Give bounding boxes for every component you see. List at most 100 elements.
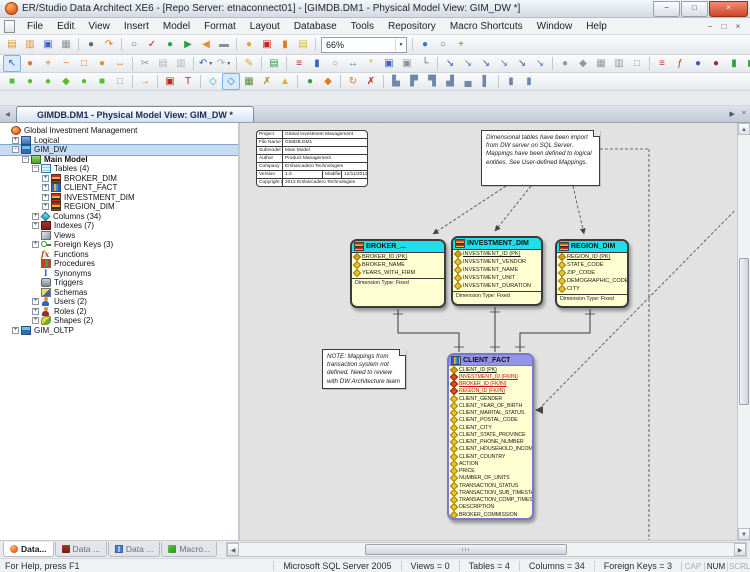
tree-item-users-2[interactable]: +Users (2) (0, 297, 238, 307)
refresh-diagram-icon[interactable]: ↻ (344, 73, 362, 90)
note-mappings-review[interactable]: NOTE: Mappings from transaction system n… (322, 349, 406, 389)
rotate-right-icon[interactable]: ◇ (222, 73, 240, 90)
options-icon[interactable]: * (362, 55, 380, 72)
usage-chart-icon[interactable]: ▮ (276, 36, 294, 53)
align-left-icon[interactable]: ▙ (387, 73, 405, 90)
collapse-icon[interactable]: − (22, 156, 29, 163)
overview-window-icon[interactable]: ● (416, 36, 434, 53)
attach-link-icon[interactable]: ◆ (319, 73, 337, 90)
tree-item-investment-dim[interactable]: +INVESTMENT_DIM (0, 193, 238, 203)
import-model-icon[interactable]: ◀ (197, 36, 215, 53)
distribute-horizontal-icon[interactable]: ▮ (502, 73, 520, 90)
tree-item-broker-dim[interactable]: +BROKER_DIM (0, 174, 238, 184)
cascade-windows-icon[interactable]: ▣ (398, 55, 416, 72)
menu-item-layout[interactable]: Layout (243, 20, 287, 33)
expand-icon[interactable]: + (32, 213, 39, 220)
menu-item-database[interactable]: Database (287, 20, 344, 33)
zoom-level-combo[interactable]: 66%▼ (321, 37, 407, 53)
zoom-selector-icon[interactable]: ○ (434, 36, 452, 53)
bottom-tab-data[interactable]: Data ... (108, 542, 160, 557)
tree-item-procedures[interactable]: Procedures (0, 259, 238, 269)
save-icon[interactable]: ▣ (39, 36, 57, 53)
expand-icon[interactable]: + (12, 137, 19, 144)
chart-object-icon[interactable]: ▮ (725, 55, 743, 72)
zoom-area-icon[interactable]: □ (75, 55, 93, 72)
cut-icon[interactable]: ✂ (136, 55, 154, 72)
align-center-icon[interactable]: ▄ (459, 73, 477, 90)
shape-arrow-icon[interactable]: → (136, 73, 154, 90)
scroll-left-icon[interactable]: ◀ (227, 543, 239, 556)
generate-database-icon[interactable]: ▶ (179, 36, 197, 53)
many-to-many-relationship-icon[interactable]: ↘ (495, 55, 513, 72)
copy-icon[interactable]: ▤ (154, 55, 172, 72)
compare-merge-icon[interactable]: ↔ (344, 55, 362, 72)
open-file-icon[interactable]: ▥ (21, 36, 39, 53)
system-monitor-icon[interactable]: ▣ (258, 36, 276, 53)
bottom-tab-macro[interactable]: Macro... (161, 542, 217, 557)
tab-scroll-left-icon[interactable]: ◀ (2, 111, 13, 118)
tree-item-shapes-2[interactable]: +Shapes (2) (0, 316, 238, 326)
expand-icon[interactable]: + (42, 184, 49, 191)
shape-rounded-rectangle-icon[interactable]: ■ (93, 73, 111, 90)
validation-warning-icon[interactable]: ▲ (276, 73, 294, 90)
insert-text-block-icon[interactable]: T (179, 73, 197, 90)
search-model-icon[interactable]: ○ (125, 36, 143, 53)
vertical-scrollbar[interactable]: ▲ ▼ (737, 123, 750, 540)
expand-icon[interactable]: + (32, 308, 39, 315)
shape-ellipse-icon[interactable]: ● (21, 73, 39, 90)
menu-item-window[interactable]: Window (530, 20, 580, 33)
function-tool-icon[interactable]: ƒ (671, 55, 689, 72)
note-dimensional-tables[interactable]: Dimensional tables have been import from… (481, 130, 600, 186)
entity-broker[interactable]: BROKER_...BROKER_ID (PK)BROKER_NAMEYEARS… (350, 239, 446, 308)
validate-model-icon[interactable]: ✓ (143, 36, 161, 53)
fit-to-window-icon[interactable]: + (452, 36, 470, 53)
menu-item-help[interactable]: Help (579, 20, 614, 33)
tree-item-main-model[interactable]: −Main Model (0, 155, 238, 165)
document-close-icon[interactable]: × (742, 110, 746, 118)
tree-item-schemas[interactable]: Schemas (0, 288, 238, 298)
tree-item-gim-oltp[interactable]: +GIM_OLTP (0, 326, 238, 336)
print-icon[interactable]: ▦ (57, 36, 75, 53)
align-middle-icon[interactable]: ▌ (477, 73, 495, 90)
shape-hexagon-icon[interactable]: ● (75, 73, 93, 90)
repo-refresh-icon[interactable]: ↷ (100, 36, 118, 53)
diagram-canvas[interactable]: ProjectGlobal Investment ManagementFile … (240, 123, 737, 540)
expand-icon[interactable]: + (32, 222, 39, 229)
procedure-tool-icon[interactable]: ≡ (653, 55, 671, 72)
tree-item-views[interactable]: Views (0, 231, 238, 241)
shape-rectangle-icon[interactable]: ■ (3, 73, 21, 90)
undo-icon[interactable]: ↶▼ (197, 55, 215, 72)
orthogonal-line-icon[interactable]: └ (416, 55, 434, 72)
zoom-in-icon[interactable]: + (39, 55, 57, 72)
expand-icon[interactable]: + (42, 175, 49, 182)
web-publish-icon[interactable]: ● (161, 36, 179, 53)
bottom-tab-data[interactable]: Data... (3, 542, 54, 557)
align-bottom-icon[interactable]: ▟ (441, 73, 459, 90)
menu-item-edit[interactable]: Edit (50, 20, 81, 33)
tree-item-gim-dw[interactable]: −GIM_DW (0, 145, 238, 155)
mdi-minimize-button[interactable]: − (703, 22, 717, 31)
subtype-relationship-icon[interactable]: ↘ (531, 55, 549, 72)
table-frame-icon[interactable]: ▦ (592, 55, 610, 72)
title-block-tool-icon[interactable]: □ (628, 55, 646, 72)
hyperlink-globe-icon[interactable]: ● (301, 73, 319, 90)
tile-windows-icon[interactable]: ▣ (380, 55, 398, 72)
expand-icon[interactable]: + (42, 203, 49, 210)
close-button[interactable]: × (709, 1, 748, 17)
collapse-icon[interactable]: − (32, 165, 39, 172)
expand-icon[interactable]: + (32, 241, 39, 248)
mdi-restore-button[interactable]: □ (717, 22, 731, 31)
globe-view-icon[interactable]: ○ (326, 55, 344, 72)
snap-to-grid-icon[interactable]: ▦ (240, 73, 258, 90)
rotate-left-icon[interactable]: ◇ (204, 73, 222, 90)
user-object-icon[interactable]: ● (689, 55, 707, 72)
format-painter-icon[interactable]: ✎ (240, 55, 258, 72)
tab-scroll-right-icon[interactable]: ▶ (730, 110, 735, 118)
scroll-down-icon[interactable]: ▼ (738, 528, 750, 540)
tree-item-functions[interactable]: Functions (0, 250, 238, 260)
expand-icon[interactable]: + (42, 194, 49, 201)
new-file-icon[interactable]: ▤ (3, 36, 21, 53)
collapse-icon[interactable]: − (12, 146, 19, 153)
tree-item-global-investment-management[interactable]: Global Investment Management (0, 126, 238, 136)
tree-item-foreign-keys-3[interactable]: +Foreign Keys (3) (0, 240, 238, 250)
